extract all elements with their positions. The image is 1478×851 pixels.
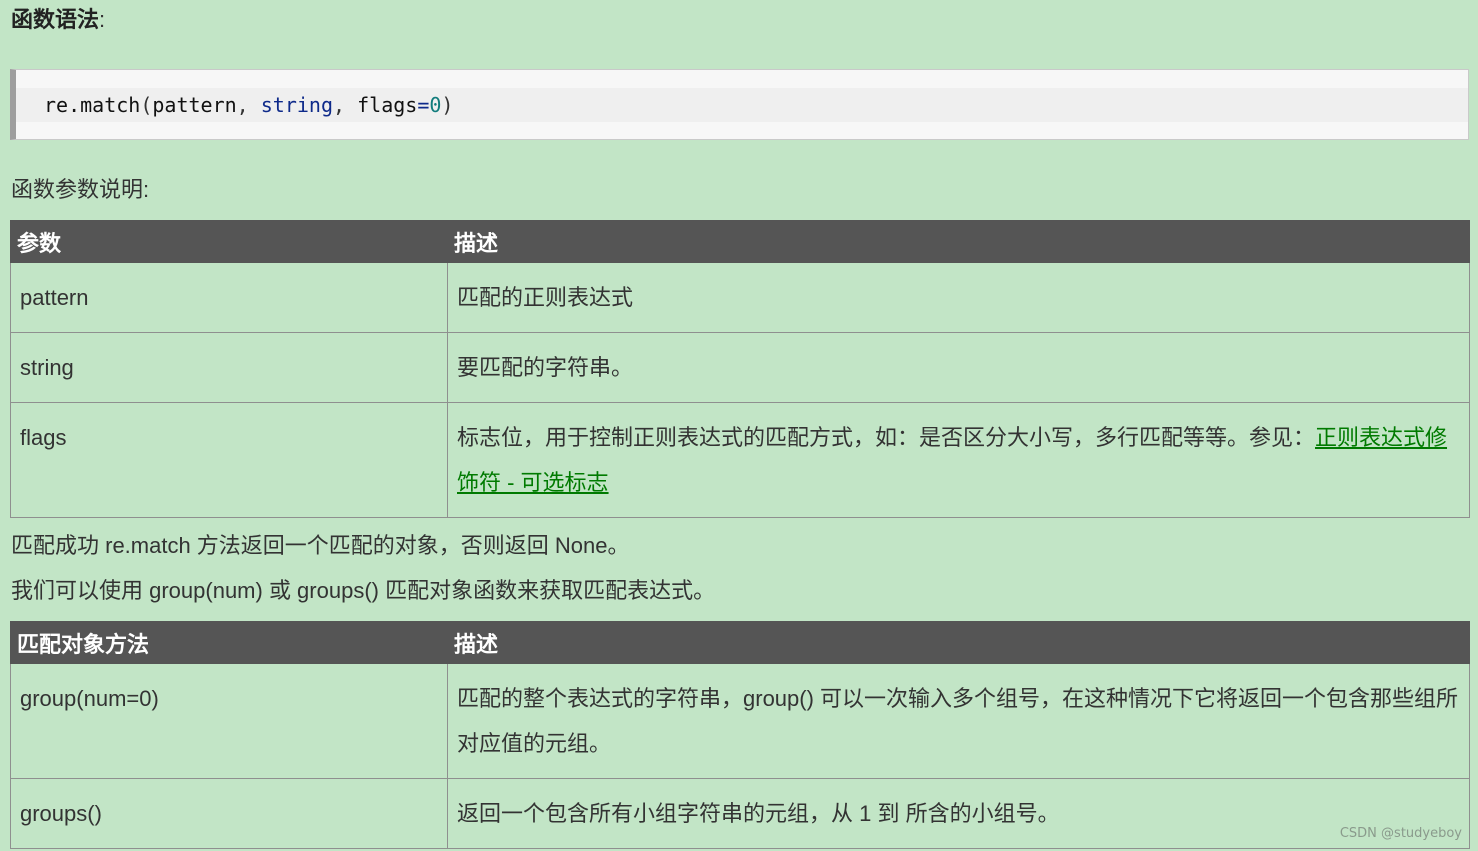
method-col-header-desc: 描述 xyxy=(447,621,1470,664)
code-text: re.match(pattern, string, flags=0) xyxy=(44,88,453,122)
code-sep-1: , xyxy=(236,93,261,117)
return-description: 匹配成功 re.match 方法返回一个匹配的对象，否则返回 None。 xyxy=(11,533,630,558)
code-open-paren: ( xyxy=(140,93,153,117)
param-desc: 要匹配的字符串。 xyxy=(447,332,1470,403)
param-name: pattern xyxy=(10,262,448,333)
param-desc-cell: 标志位，用于控制正则表达式的匹配方式，如：是否区分大小写，多行匹配等等。参见：正… xyxy=(447,402,1470,518)
param-desc: 匹配的正则表达式 xyxy=(447,262,1470,333)
method-desc: 匹配的整个表达式的字符串，group() 可以一次输入多个组号，在这种情况下它将… xyxy=(447,663,1470,779)
param-table: 参数 描述 pattern 匹配的正则表达式 string 要匹配的字符串。 f… xyxy=(10,220,1470,518)
table-row: groups() 返回一个包含所有小组字符串的元组，从 1 到 所含的小组号。 xyxy=(10,778,1470,849)
code-sep-2: , xyxy=(333,93,358,117)
param-table-header: 参数 描述 xyxy=(10,220,1470,263)
code-block: re.match(pattern, string, flags=0) xyxy=(10,69,1469,140)
code-arg-string: string xyxy=(260,93,334,117)
code-equals: = xyxy=(417,93,430,117)
code-arg-pattern: pattern xyxy=(152,93,237,117)
syntax-heading-colon: : xyxy=(99,7,106,32)
code-close-paren: ) xyxy=(441,93,454,117)
method-col-header-name: 匹配对象方法 xyxy=(10,621,448,664)
code-line: re.match(pattern, string, flags=0) xyxy=(16,88,1468,122)
param-col-header-desc: 描述 xyxy=(447,220,1470,263)
code-fn: re.match xyxy=(44,93,141,117)
method-table: 匹配对象方法 描述 group(num=0) 匹配的整个表达式的字符串，grou… xyxy=(10,621,1470,849)
method-name: groups() xyxy=(10,778,448,849)
param-name: string xyxy=(10,332,448,403)
param-desc: 标志位，用于控制正则表达式的匹配方式，如：是否区分大小写，多行匹配等等。参见： xyxy=(457,425,1316,450)
method-name: group(num=0) xyxy=(10,663,448,779)
syntax-heading: 函数语法: xyxy=(11,4,105,36)
syntax-heading-label: 函数语法 xyxy=(11,7,100,32)
table-row: flags 标志位，用于控制正则表达式的匹配方式，如：是否区分大小写，多行匹配等… xyxy=(10,402,1470,518)
method-desc: 返回一个包含所有小组字符串的元组，从 1 到 所含的小组号。 xyxy=(447,778,1470,849)
param-col-header-name: 参数 xyxy=(10,220,448,263)
code-arg-flags: flags xyxy=(357,93,418,117)
table-row: pattern 匹配的正则表达式 xyxy=(10,262,1470,333)
table-row: group(num=0) 匹配的整个表达式的字符串，group() 可以一次输入… xyxy=(10,663,1470,779)
params-intro: 函数参数说明: xyxy=(11,177,150,202)
group-description: 我们可以使用 group(num) 或 groups() 匹配对象函数来获取匹配… xyxy=(11,578,716,603)
code-default-value: 0 xyxy=(429,93,442,117)
table-row: string 要匹配的字符串。 xyxy=(10,332,1470,403)
param-name: flags xyxy=(10,402,448,518)
watermark: CSDN @studyeboy xyxy=(1339,826,1462,841)
method-table-header: 匹配对象方法 描述 xyxy=(10,621,1470,664)
